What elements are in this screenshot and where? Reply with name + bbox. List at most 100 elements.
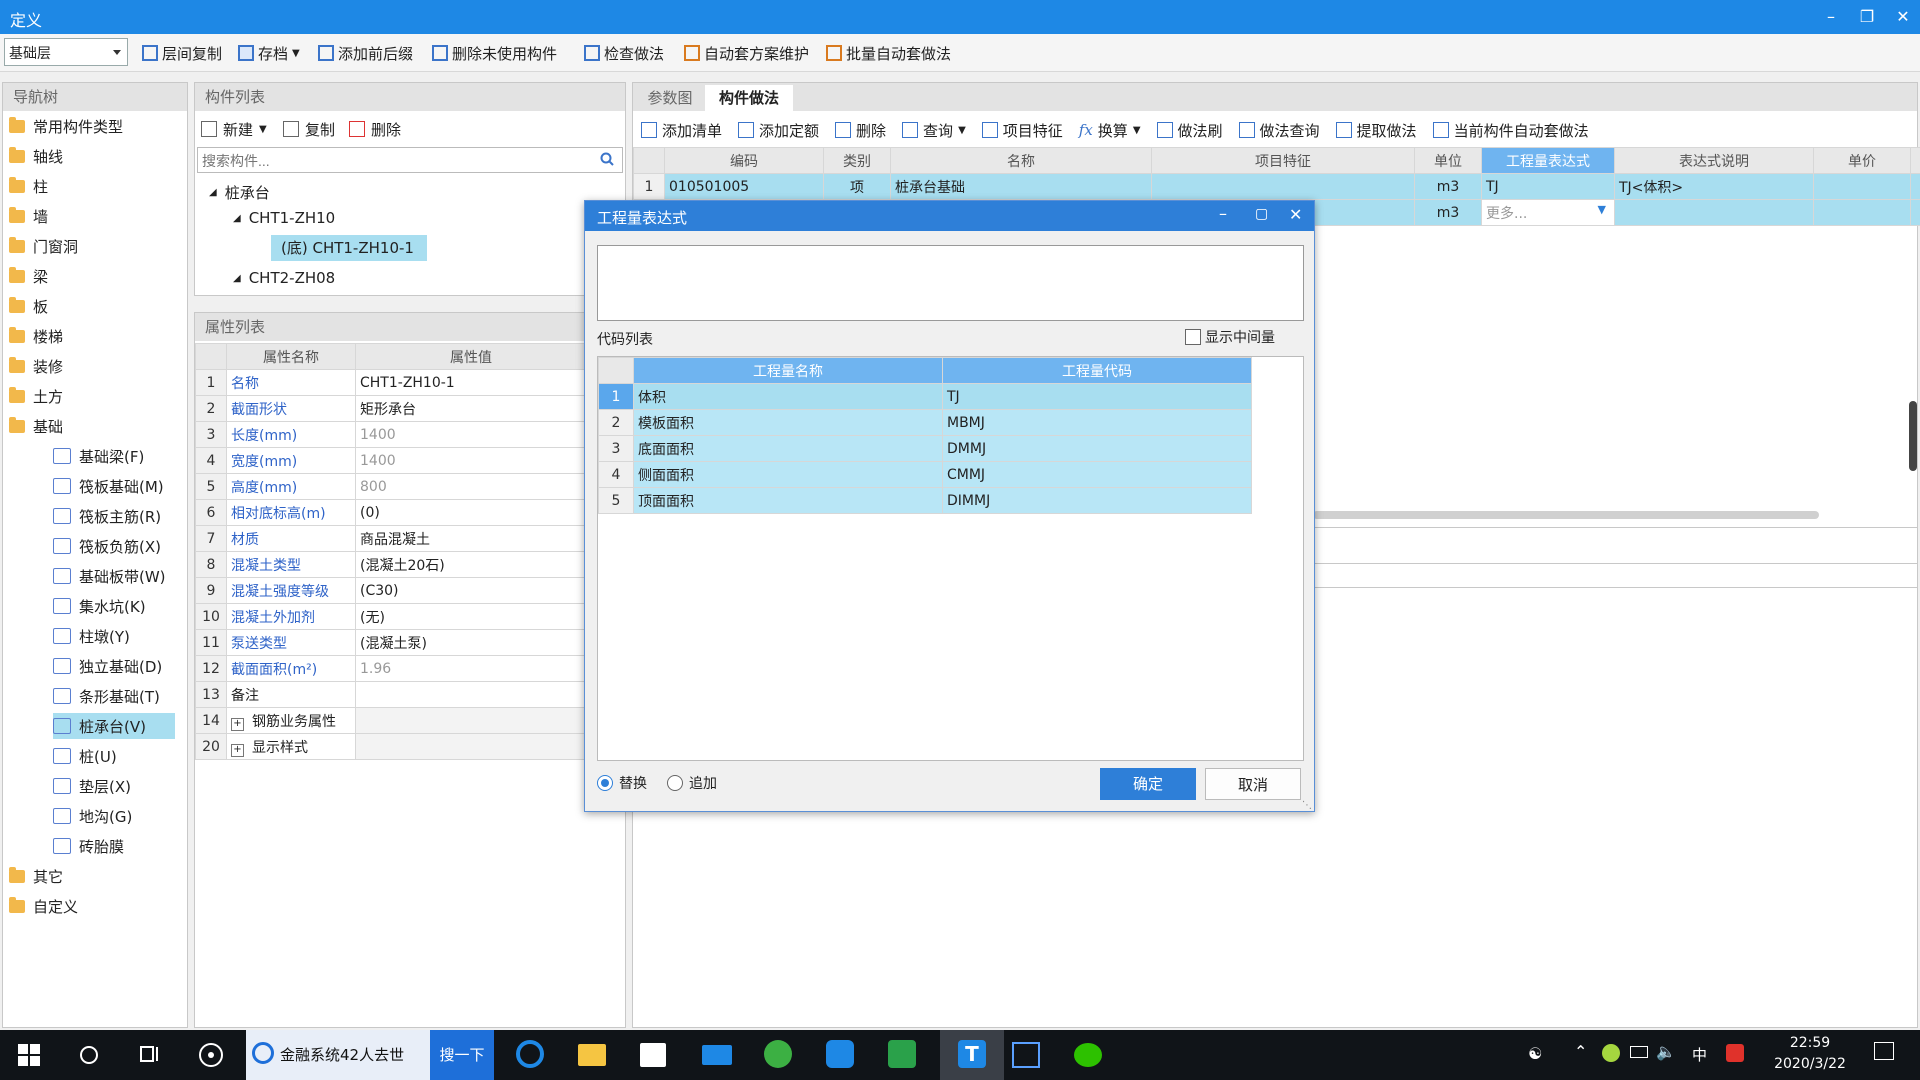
property-row[interactable]: 9 混凝土强度等级 (C30)	[195, 577, 587, 604]
volume-icon[interactable]: 🔈	[1656, 1042, 1676, 1061]
expression-input[interactable]	[597, 245, 1304, 321]
property-value[interactable]	[355, 733, 587, 760]
nav-item[interactable]: 墙	[9, 203, 48, 229]
file-explorer-icon[interactable]	[578, 1040, 610, 1070]
method-toolbar-button[interactable]: 当前构件自动套做法	[1432, 120, 1589, 141]
method-cell-desc[interactable]: TJ<体积>	[1614, 173, 1814, 200]
code-row[interactable]: 4 侧面面积 CMMJ	[598, 461, 1252, 488]
radio-selected-icon[interactable]	[597, 775, 613, 791]
notification-icon[interactable]	[1874, 1042, 1894, 1060]
nav-sub-item[interactable]: 集水坑(K)	[53, 593, 175, 619]
property-row[interactable]: 2 截面形状 矩形承台	[195, 395, 587, 422]
property-value[interactable]: 1400	[355, 447, 587, 474]
nav-item[interactable]: 柱	[9, 173, 48, 199]
nav-sub-item[interactable]: 独立基础(D)	[53, 653, 175, 679]
close-icon[interactable]: ✕	[1890, 4, 1916, 30]
active-app-slot[interactable]: T	[940, 1030, 1004, 1080]
cancel-button[interactable]: 取消	[1205, 768, 1301, 800]
component-search[interactable]	[197, 147, 623, 173]
quantity-code[interactable]: TJ	[942, 383, 1252, 410]
minimize-icon[interactable]: –	[1818, 4, 1844, 30]
nav-sub-item[interactable]: 垫层(X)	[53, 773, 175, 799]
method-cell-price[interactable]	[1813, 173, 1911, 200]
vertical-scrollbar[interactable]	[1909, 401, 1917, 471]
component-search-input[interactable]	[200, 149, 584, 173]
code-row[interactable]: 5 顶面面积 DIMMJ	[598, 487, 1252, 514]
collapse-icon[interactable]: ◢	[233, 213, 241, 224]
radio-append[interactable]: 追加	[667, 773, 717, 793]
property-value[interactable]: CHT1-ZH10-1	[355, 369, 587, 396]
mail-icon[interactable]	[702, 1040, 734, 1070]
radio-unselected-icon[interactable]	[667, 775, 683, 791]
collapse-icon[interactable]: ◢	[209, 187, 217, 198]
nav-item[interactable]: 装修	[9, 353, 63, 379]
quantity-name[interactable]: 底面面积	[633, 435, 943, 462]
minimize-icon[interactable]: –	[1219, 204, 1227, 223]
property-value[interactable]: 800	[355, 473, 587, 500]
windows-start-icon[interactable]	[14, 1040, 46, 1070]
nav-sub-item[interactable]: 筏板主筋(R)	[53, 503, 175, 529]
property-value[interactable]: (0)	[355, 499, 587, 526]
column-header[interactable]: 类别	[823, 147, 891, 174]
nav-sub-item[interactable]: 基础板带(W)	[53, 563, 175, 589]
sogou-ime-icon[interactable]	[1726, 1044, 1744, 1062]
quantity-name[interactable]: 体积	[633, 383, 943, 410]
batch-auto-method-button[interactable]: 批量自动套做法	[826, 42, 951, 64]
app-blue-icon[interactable]	[826, 1040, 858, 1070]
restore-icon[interactable]: ❐	[1854, 4, 1880, 30]
property-row[interactable]: 1 名称 CHT1-ZH10-1	[195, 369, 587, 396]
chevron-up-icon[interactable]: ⌃	[1574, 1042, 1587, 1061]
nav-item[interactable]: 自定义	[9, 893, 78, 919]
method-toolbar-button[interactable]: 项目特征	[981, 120, 1063, 141]
collapse-icon[interactable]: ◢	[233, 273, 241, 284]
close-icon[interactable]: ✕	[1289, 205, 1302, 224]
copy-between-floors-button[interactable]: 层间复制	[142, 42, 222, 64]
property-row[interactable]: 20 + 显示样式	[195, 733, 587, 760]
property-row[interactable]: 5 高度(mm) 800	[195, 473, 587, 500]
column-header[interactable]: 单价	[1813, 147, 1911, 174]
property-value[interactable]: (无)	[355, 603, 587, 630]
property-value[interactable]: 商品混凝土	[355, 525, 587, 552]
property-value[interactable]	[355, 707, 587, 734]
property-row[interactable]: 14 + 钢筋业务属性	[195, 707, 587, 734]
property-value[interactable]: 1.96	[355, 655, 587, 682]
column-header[interactable]: 编码	[664, 147, 824, 174]
property-value[interactable]	[355, 681, 587, 708]
property-row[interactable]: 11 泵送类型 (混凝土泵)	[195, 629, 587, 656]
method-cell-desc[interactable]	[1614, 199, 1814, 226]
search-icon[interactable]	[600, 152, 614, 166]
property-row[interactable]: 12 截面面积(m²) 1.96	[195, 655, 587, 682]
column-header[interactable]: 工程量表达式	[1481, 147, 1615, 174]
tree-node-cht1-zh10[interactable]: ◢ CHT1-ZH10	[233, 205, 335, 231]
nav-item[interactable]: 门窗洞	[9, 233, 78, 259]
property-value[interactable]: 1400	[355, 421, 587, 448]
nav-item[interactable]: 土方	[9, 383, 63, 409]
method-toolbar-button[interactable]: 添加定额	[738, 120, 819, 141]
horizontal-scrollbar[interactable]	[1313, 511, 1819, 519]
method-toolbar-button[interactable]: 添加清单	[641, 120, 722, 141]
column-header[interactable]: 表达式说明	[1614, 147, 1814, 174]
nav-sub-item[interactable]: 砖胎膜	[53, 833, 175, 859]
method-row[interactable]: 1 010501005 项桩承台基础 m3 TJ TJ<体积>	[633, 173, 1920, 200]
method-toolbar-button[interactable]: 提取做法	[1335, 120, 1417, 141]
expression-dropdown[interactable]: 更多... ▼	[1481, 199, 1615, 226]
tab-parameter-diagram[interactable]: 参数图	[637, 85, 703, 111]
check-method-button[interactable]: 检查做法	[584, 42, 664, 64]
browser-360-icon[interactable]	[764, 1040, 796, 1070]
chevron-down-icon[interactable]: ▼	[1598, 203, 1606, 216]
column-header[interactable]: 名称	[890, 147, 1152, 174]
nav-item[interactable]: 其它	[9, 863, 63, 889]
property-row[interactable]: 6 相对底标高(m) (0)	[195, 499, 587, 526]
column-header[interactable]: 综合单价	[1910, 147, 1920, 174]
property-value[interactable]: (混凝土泵)	[355, 629, 587, 656]
method-cell-code[interactable]: 010501005	[664, 173, 824, 200]
nav-sub-item[interactable]: 筏板负筋(X)	[53, 533, 175, 559]
taskbar-search-box[interactable]: 金融系统42人去世	[246, 1030, 430, 1080]
clock-date[interactable]: 2020/3/22	[1766, 1056, 1854, 1072]
property-row[interactable]: 13 备注	[195, 681, 587, 708]
delete-unused-button[interactable]: 删除未使用构件	[432, 42, 557, 64]
resize-grip-icon[interactable]: ⋱	[1302, 800, 1312, 811]
expand-icon[interactable]: +	[231, 717, 244, 731]
method-cell-feature[interactable]	[1151, 173, 1415, 200]
method-cell-total[interactable]	[1910, 173, 1920, 200]
